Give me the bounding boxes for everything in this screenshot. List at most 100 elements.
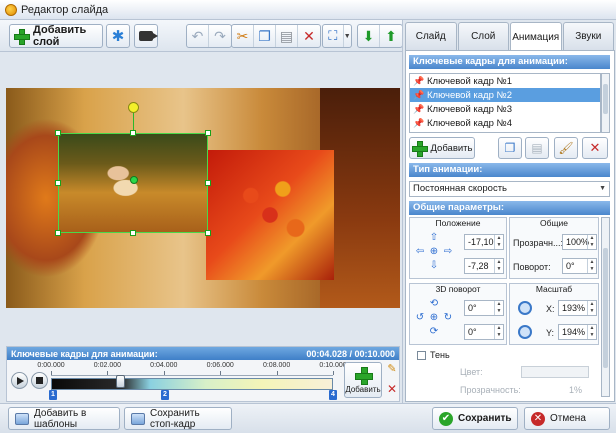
rotate-right-icon[interactable]: ↻ [442,312,454,324]
anchor-point[interactable] [130,176,138,184]
list-item-selected[interactable]: 📌 Ключевой кадр №2 [410,88,600,102]
effects-button[interactable]: ✱ [106,24,130,48]
animation-type-value: Постоянная скорость [413,183,508,194]
rotation-input[interactable]: 0° ▲ ▼ [562,258,597,274]
position-group: Положение ⇧ ⇦ ⊕ ⇨ ⇩ -17,10 ▲ ▼ -7,28 ▲ ▼ [409,217,507,279]
add-keyframe-button[interactable]: Добавить [344,362,382,398]
copy-button[interactable]: ❐ [254,25,276,47]
delete-keyframe-button[interactable]: ✕ [385,382,399,396]
list-item[interactable]: 📌 Ключевой кадр №3 [410,102,600,116]
rotation-3d-b-input[interactable]: 0° ▲ ▼ [464,324,504,340]
arrow-right-icon[interactable]: ⇨ [442,246,454,258]
opacity-input[interactable]: 100% ▲ ▼ [562,234,597,250]
rotation-handle[interactable] [128,102,139,113]
arrow-left-icon[interactable]: ⇦ [414,246,426,258]
scale-x-input[interactable]: 193% ▲ ▼ [558,300,597,316]
tab-sounds[interactable]: Звуки [562,22,614,50]
shadow-color-picker[interactable] [521,366,589,378]
timeline-track[interactable] [51,378,333,390]
undo-button[interactable]: ↶ [187,25,209,47]
delete-keyframe-panel-button[interactable]: ✕ [582,137,608,159]
tab-slide[interactable]: Слайд [405,22,457,50]
apply-style-button[interactable]: 🖌 [554,137,578,159]
params-scrollbar[interactable] [601,217,610,397]
play-button[interactable] [11,372,28,389]
redo-button[interactable]: ↷ [209,25,231,47]
position-x-input[interactable]: -17,10 ▲ ▼ [464,234,504,250]
scrollbar-thumb[interactable] [603,248,608,368]
resize-handle-right[interactable] [205,180,211,186]
spinner-icon[interactable]: ▲ ▼ [587,259,596,273]
list-item[interactable]: 📌 Ключевой кадр №4 [410,116,600,130]
playhead[interactable] [116,375,125,388]
resize-handle-bottom-left[interactable] [55,230,61,236]
fit-button[interactable]: ⛶ [323,25,344,47]
add-layer-button[interactable]: Добавить слой [9,24,103,48]
resize-handle-top-right[interactable] [205,130,211,136]
cut-button[interactable]: ✂ [232,25,254,47]
cancel-button[interactable]: ✕ Отмена [524,407,610,430]
save-button[interactable]: ✔ Сохранить [432,407,518,430]
paste-button[interactable]: ▤ [276,25,298,47]
spinner-icon[interactable]: ▲ ▼ [494,325,503,339]
ruler-tick [107,371,109,375]
add-to-templates-button[interactable]: Добавить в шаблоны [8,407,120,430]
slide-preview[interactable] [6,88,400,308]
paste-keyframe-button[interactable]: ▤ [525,137,549,159]
move-up-button[interactable]: ⬆ [380,25,402,47]
resize-handle-top-left[interactable] [55,130,61,136]
keyframe-marker[interactable]: 1 [49,390,57,400]
spinner-icon[interactable]: ▲ ▼ [587,235,596,249]
rotate-down-icon[interactable]: ⟳ [428,326,440,338]
spinner-icon[interactable]: ▲ ▼ [587,325,596,339]
rotate-up-icon[interactable]: ⟲ [428,298,440,310]
copy-keyframe-button[interactable]: ❐ [498,137,522,159]
arrow-down-icon[interactable]: ⇩ [428,260,440,272]
chevron-down-icon: ▼ [343,32,351,40]
tab-layer[interactable]: Слой [457,22,509,50]
berries-photo-layer[interactable] [206,150,334,280]
position-y-input[interactable]: -7,28 ▲ ▼ [464,258,504,274]
center-icon[interactable]: ⊕ [428,312,440,324]
zoom-in-icon[interactable] [518,301,532,315]
resize-handle-bottom[interactable] [130,230,136,236]
stop-button[interactable] [31,372,48,389]
add-keyframe-panel-button[interactable]: Добавить [409,137,475,159]
scale-caption: Масштаб [535,284,573,294]
position-caption: Положение [435,218,481,228]
keyframe-list-scrollbar[interactable] [601,73,610,133]
time-ruler: 0:00.000 0:02.000 0:04.000 0:06.000 0:08… [37,362,347,376]
video-button[interactable] [134,24,158,48]
general-group: Общие Прозрачн...: 100% ▲ ▼ Поворот: 0° ▲… [509,217,599,279]
spinner-icon[interactable]: ▲ ▼ [494,235,503,249]
rotation-3d-arrows: ⟲ ↺ ⊕ ↻ ⟳ [414,298,454,338]
rotate-left-icon[interactable]: ↺ [414,312,426,324]
opacity-value: 100% [566,237,590,247]
edit-keyframe-button[interactable]: ✎ [385,362,399,376]
zoom-out-icon[interactable] [518,325,532,339]
animation-panel: Ключевые кадры для анимации: 📌 Ключевой к… [405,50,615,402]
resize-handle-left[interactable] [55,180,61,186]
delete-button[interactable]: ✕ [298,25,320,47]
center-icon[interactable]: ⊕ [428,246,440,258]
arrow-up-icon[interactable]: ⇧ [428,232,440,244]
spinner-icon[interactable]: ▲ ▼ [494,301,503,315]
spinner-icon[interactable]: ▲ ▼ [494,259,503,273]
scrollbar-thumb[interactable] [603,84,608,114]
keyframe-marker[interactable]: 4 [329,390,337,400]
brush-icon: 🖌 [558,141,574,155]
tab-animation[interactable]: Анимация [510,22,562,51]
list-item[interactable]: 📌 Ключевой кадр №1 [410,74,600,88]
scale-y-input[interactable]: 194% ▲ ▼ [558,324,597,340]
resize-handle-bottom-right[interactable] [205,230,211,236]
keyframe-marker[interactable]: 2 [161,390,169,400]
rotation-3d-a-input[interactable]: 0° ▲ ▼ [464,300,504,316]
shadow-checkbox[interactable] [417,351,426,360]
spinner-icon[interactable]: ▲ ▼ [587,301,596,315]
move-down-button[interactable]: ⬇ [358,25,380,47]
fit-dropdown[interactable]: ⛶ ▼ [322,24,352,48]
save-snapshot-button[interactable]: Сохранить стоп-кадр [124,407,232,430]
resize-handle-top[interactable] [130,130,136,136]
fit-dropdown-arrow[interactable]: ▼ [344,25,351,47]
animation-type-select[interactable]: Постоянная скорость ▼ [409,181,610,197]
